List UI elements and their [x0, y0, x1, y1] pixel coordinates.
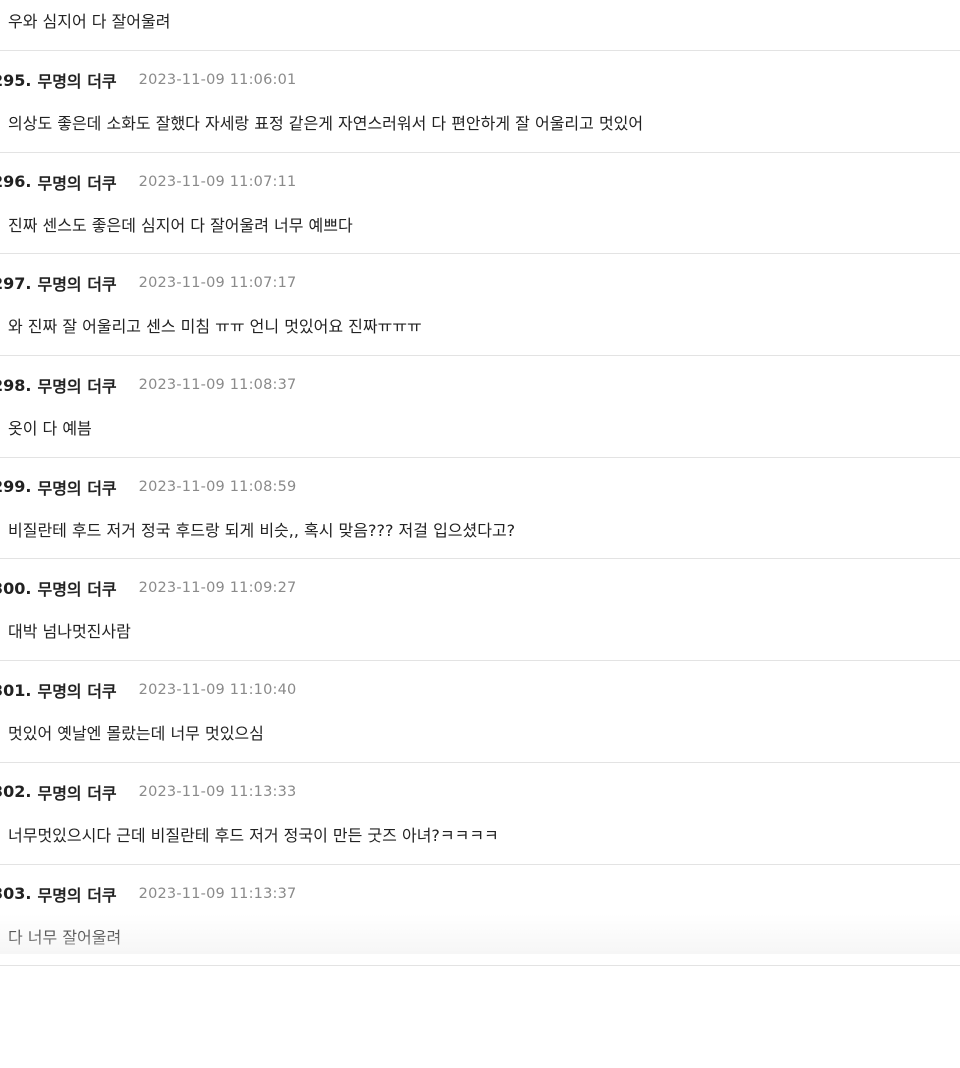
comment-timestamp: 2023-11-09 11:07:11	[138, 173, 297, 190]
comment-text: 대박 넘나멋진사람	[8, 622, 131, 642]
comment-author: 무명의 더쿠	[37, 173, 117, 193]
comment-number[interactable]: 295.	[0, 71, 31, 90]
comment-number[interactable]: 301.	[0, 681, 31, 700]
comment-item: 296. 무명의 더쿠 2023-11-09 11:07:11 진짜 센스도 좋…	[0, 153, 960, 255]
comment-text: 우와 심지어 다 잘어울려	[8, 12, 171, 31]
comment-item: 295. 무명의 더쿠 2023-11-09 11:06:01 의상도 좋은데 …	[0, 51, 960, 153]
comment-item: 301. 무명의 더쿠 2023-11-09 11:10:40 멋있어 옛날엔 …	[0, 661, 960, 763]
comment-timestamp: 2023-11-09 11:09:27	[138, 580, 297, 597]
comment-text-row	[8, 1025, 12, 1044]
comment-text: 옷이 다 예븜	[8, 419, 92, 439]
comment-number[interactable]: 302.	[0, 782, 31, 801]
comment-number[interactable]: 297.	[0, 274, 31, 293]
comment-author: 무명의 더쿠	[37, 377, 117, 397]
comment-meta: 298. 무명의 더쿠 2023-11-09 11:08:37	[0, 374, 297, 397]
comment-author: 무명의 더쿠	[37, 580, 117, 600]
comment-text: 진짜 센스도 좋은데 심지어 다 잘어울려 너무 예쁘다	[8, 215, 353, 235]
comment-number[interactable]: 303.	[0, 884, 31, 903]
comment-timestamp: 2023-11-09 11:08:59	[138, 478, 297, 495]
comment-text: 너무멋있으시다 근데 비질란테 후드 저거 정국이 만든 굿즈 아녀?ㅋㅋㅋㅋ	[8, 825, 499, 845]
comment-item: 297. 무명의 더쿠 2023-11-09 11:07:17 와 진짜 잘 어…	[0, 254, 960, 357]
comment-item	[0, 966, 960, 1068]
comment-author: 무명의 더쿠	[37, 275, 117, 295]
comment-number[interactable]: 298.	[0, 376, 31, 395]
comment-number[interactable]: 296.	[0, 172, 31, 191]
comment-text: 멋있어 옛날엔 몰랐는데 너무 멋있으심	[8, 724, 264, 744]
comment-number[interactable]: 300.	[0, 579, 31, 598]
comment-author: 무명의 더쿠	[37, 783, 117, 803]
comment-timestamp: 2023-11-09 11:13:37	[138, 885, 297, 902]
comment-timestamp: 2023-11-09 11:08:37	[138, 377, 297, 394]
comment-item: 303. 무명의 더쿠 2023-11-09 11:13:37 다 너무 잘어울…	[0, 865, 960, 967]
comment-meta: 296. 무명의 더쿠 2023-11-09 11:07:11	[0, 171, 296, 193]
comment-meta: 301. 무명의 더쿠 2023-11-09 11:10:40	[0, 679, 297, 702]
comment-timestamp: 2023-11-09 11:10:40	[138, 682, 297, 699]
comment-meta: 297. 무명의 더쿠 2023-11-09 11:07:17	[0, 272, 297, 295]
comment-text: 와 진짜 잘 어울리고 센스 미침 ㅠㅠ 언니 멋있어요 진짜ㅠㅠㅠ	[8, 317, 422, 337]
comment-list: 우와 심지어 다 잘어울려 295. 무명의 더쿠 2023-11-09 11:…	[0, 0, 960, 1068]
comment-meta: 303. 무명의 더쿠 2023-11-09 11:13:37	[0, 883, 296, 905]
comment-author: 무명의 더쿠	[37, 72, 117, 91]
comment-number[interactable]: 299.	[0, 477, 31, 496]
comment-meta: 302. 무명의 더쿠 2023-11-09 11:13:33	[0, 781, 296, 803]
comment-item: 300. 무명의 더쿠 2023-11-09 11:09:27 대박 넘나멋진사…	[0, 559, 960, 662]
comment-meta: 300. 무명의 더쿠 2023-11-09 11:09:27	[0, 577, 297, 600]
comment-text: 의상도 좋은데 소화도 잘했다 자세랑 표정 같은게 자연스러워서 다 편안하게…	[8, 114, 644, 133]
comment-meta: 295. 무명의 더쿠 2023-11-09 11:06:01	[0, 69, 297, 92]
comment-item: 298. 무명의 더쿠 2023-11-09 11:08:37 옷이 다 예븜	[0, 356, 960, 458]
comment-author: 무명의 더쿠	[37, 885, 117, 905]
comment-timestamp: 2023-11-09 11:06:01	[138, 72, 297, 88]
comment-item: 302. 무명의 더쿠 2023-11-09 11:13:33 너무멋있으시다 …	[0, 763, 960, 865]
comment-text: 다 너무 잘어울려	[8, 927, 122, 947]
comment-item: 우와 심지어 다 잘어울려	[0, 0, 960, 51]
comment-item: 299. 무명의 더쿠 2023-11-09 11:08:59 비질란테 후드 …	[0, 458, 960, 560]
comment-timestamp: 2023-11-09 11:07:17	[138, 275, 297, 292]
comment-timestamp: 2023-11-09 11:13:33	[138, 783, 297, 800]
comment-author: 무명의 더쿠	[37, 478, 117, 498]
comment-meta	[0, 984, 20, 1006]
comment-text: 비질란테 후드 저거 정국 후드랑 되게 비슷,, 혹시 맞음??? 저걸 입으…	[8, 520, 516, 540]
comment-meta: 299. 무명의 더쿠 2023-11-09 11:08:59	[0, 476, 296, 498]
comment-author: 무명의 더쿠	[37, 682, 117, 702]
